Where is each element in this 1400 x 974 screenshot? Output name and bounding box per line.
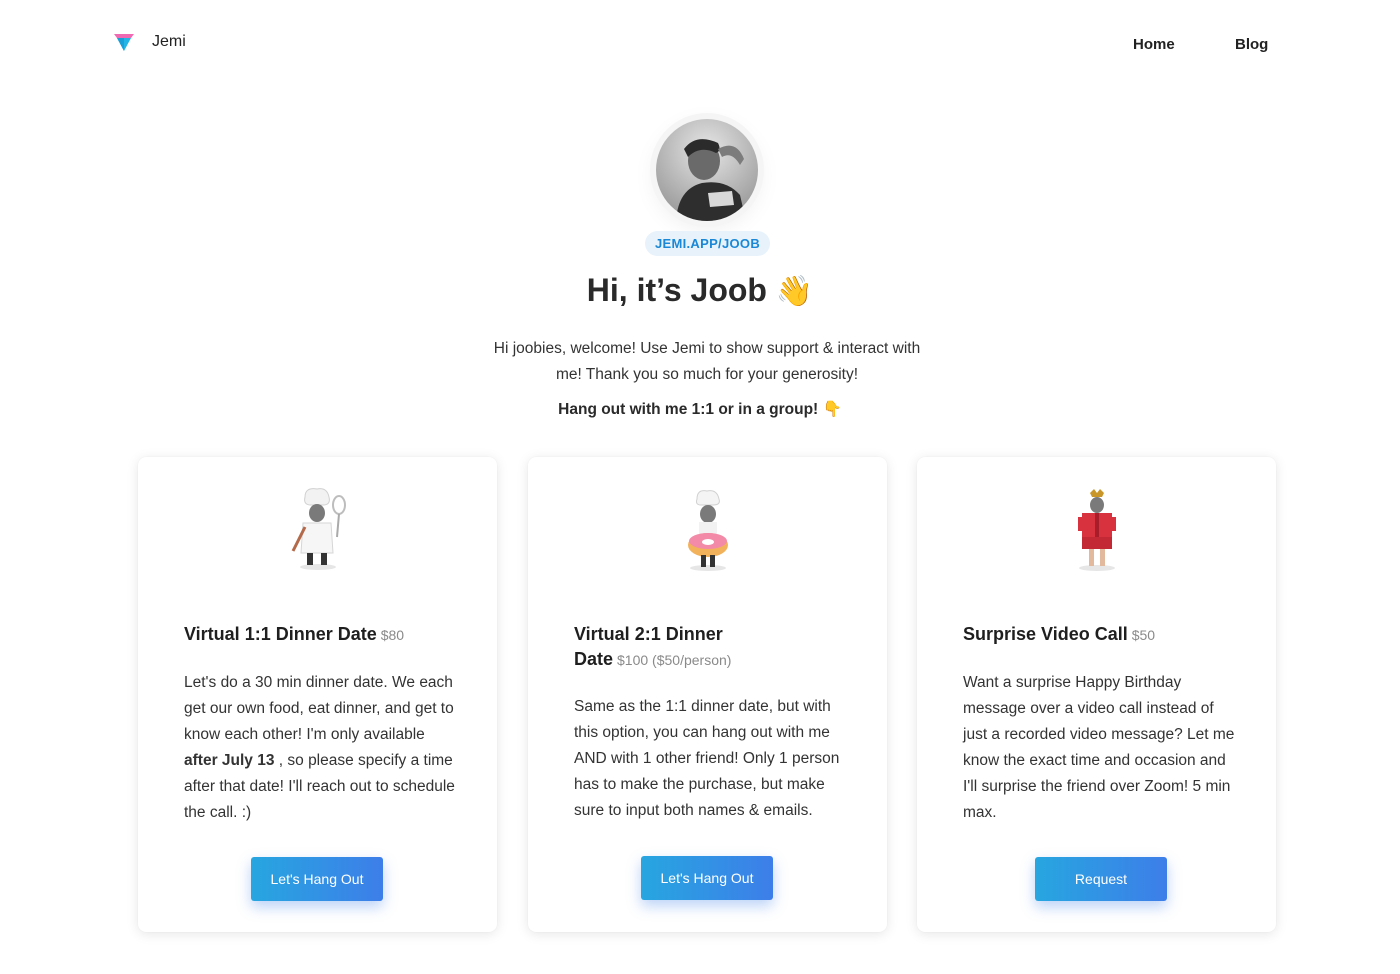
- brand-name: Jemi: [152, 33, 186, 50]
- profile-handle-badge[interactable]: JEMI.APP/JOOB: [645, 231, 770, 256]
- brand[interactable]: Jemi: [112, 30, 186, 54]
- chef-in-donut-icon: [688, 490, 728, 571]
- lets-hang-out-button[interactable]: Let's Hang Out: [251, 857, 383, 901]
- offer-card-dinner-1-1: Virtual 1:1 Dinner Date $80 Let's do a 30…: [138, 457, 497, 932]
- offer-title: Virtual 1:1 Dinner Date $80: [184, 622, 454, 648]
- offer-description-text: Let's do a 30 min dinner date. We each g…: [184, 674, 454, 743]
- hangout-callout: Hang out with me 1:1 or in a group! 👇: [0, 400, 1400, 419]
- chef-with-whisk-icon: [291, 488, 346, 570]
- lets-hang-out-button[interactable]: Let's Hang Out: [641, 856, 773, 900]
- offer-card-dinner-2-1: Virtual 2:1 Dinner Date $100 ($50/person)…: [528, 457, 887, 932]
- hangout-callout-text: Hang out with me 1:1 or in a group!: [558, 401, 819, 418]
- nav-home-link[interactable]: Home: [1133, 36, 1175, 53]
- offer-description: Want a surprise Happy Birthday message o…: [963, 674, 1235, 821]
- gift-box-costume-icon: [1078, 489, 1116, 571]
- jemi-logo-icon: [114, 34, 134, 51]
- offer-title-text: Virtual 1:1 Dinner Date: [184, 624, 377, 644]
- offer-price: $50: [1131, 627, 1156, 643]
- offer-title: Surprise Video Call $50: [963, 622, 1233, 648]
- offer-price: $100 ($50/person): [617, 652, 732, 668]
- waving-hand-icon: 👋: [775, 275, 814, 308]
- offer-title: Virtual 2:1 Dinner Date $100 ($50/person): [574, 622, 774, 673]
- top-navbar: Jemi Home Blog: [0, 0, 1400, 90]
- offer-description-date: after July 13: [184, 752, 275, 769]
- avatar-photo-icon: [656, 119, 758, 221]
- profile-avatar: [656, 119, 758, 221]
- pointing-down-icon: 👇: [822, 401, 842, 418]
- request-button[interactable]: Request: [1035, 857, 1167, 901]
- nav-blog-link[interactable]: Blog: [1235, 36, 1268, 53]
- profile-bio: Hi joobies, welcome! Use Jemi to show su…: [493, 340, 921, 383]
- offer-card-surprise-video-call: Surprise Video Call $50 Want a surprise H…: [917, 457, 1276, 932]
- offer-price: $80: [380, 627, 405, 643]
- offer-description: Let's do a 30 min dinner date. We each g…: [184, 670, 459, 826]
- page-title-text: Hi, it’s Joob: [586, 272, 767, 308]
- offer-title-text: Surprise Video Call: [963, 624, 1128, 644]
- offer-description: Same as the 1:1 dinner date, but with th…: [574, 698, 840, 819]
- page-title: Hi, it’s Joob 👋: [0, 272, 1400, 309]
